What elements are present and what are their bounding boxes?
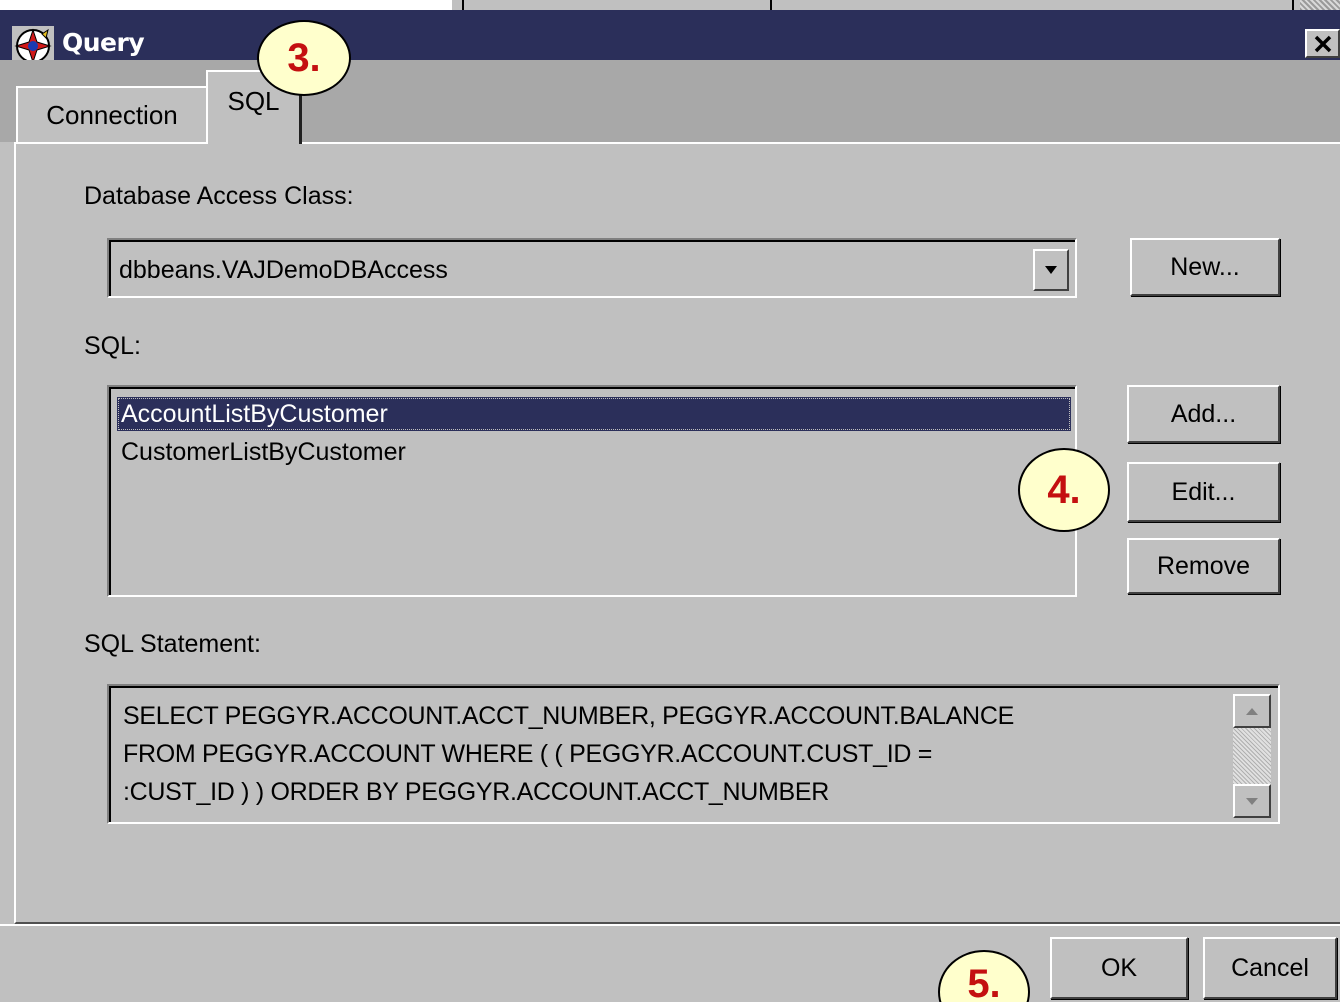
- title-bar: Query: [0, 10, 1340, 66]
- db-access-class-value: dbbeans.VAJDemoDBAccess: [119, 256, 448, 284]
- annotation-callout-3: 3.: [257, 20, 351, 96]
- ok-button[interactable]: OK: [1050, 937, 1188, 999]
- textarea-frame: SELECT PEGGYR.ACCOUNT.ACCT_NUMBER, PEGGY…: [109, 686, 1278, 822]
- annotation-3-label: 3.: [287, 35, 321, 80]
- scroll-up-arrow-icon: [1246, 707, 1258, 715]
- add-button-label: Add...: [1170, 399, 1237, 428]
- background-separator: [462, 0, 464, 10]
- scroll-up-button[interactable]: [1233, 694, 1271, 728]
- window-title: Query: [62, 28, 145, 57]
- tab-connection[interactable]: Connection: [16, 86, 208, 142]
- new-button[interactable]: New...: [1130, 238, 1280, 296]
- background-scrollbar: [1300, 0, 1340, 10]
- scroll-down-button[interactable]: [1233, 784, 1271, 818]
- dropdown-arrow-icon: [1045, 266, 1057, 274]
- tab-sql-label: SQL: [227, 85, 280, 116]
- edit-button-label: Edit...: [1171, 477, 1236, 506]
- background-field: [0, 0, 452, 10]
- vertical-scrollbar[interactable]: [1233, 694, 1271, 818]
- cancel-button-label: Cancel: [1231, 953, 1309, 982]
- cancel-button[interactable]: Cancel: [1203, 937, 1337, 999]
- sql-statement-label: SQL Statement:: [84, 630, 261, 658]
- tab-connection-label: Connection: [46, 99, 178, 130]
- db-access-class-label: Database Access Class:: [84, 182, 354, 210]
- background-app-strip: [0, 0, 1340, 10]
- list-frame: AccountListByCustomer CustomerListByCust…: [109, 387, 1075, 595]
- db-access-class-select[interactable]: dbbeans.VAJDemoDBAccess: [107, 238, 1077, 298]
- close-icon: [1314, 35, 1331, 52]
- remove-button-label: Remove: [1156, 551, 1251, 580]
- sql-statement-textarea[interactable]: SELECT PEGGYR.ACCOUNT.ACCT_NUMBER, PEGGY…: [107, 684, 1280, 824]
- list-item-customer-list-by-customer[interactable]: CustomerListByCustomer: [117, 435, 406, 469]
- new-button-label: New...: [1170, 252, 1240, 281]
- background-separator: [1292, 0, 1294, 10]
- annotation-4-label: 4.: [1047, 467, 1081, 512]
- annotation-callout-4: 4.: [1018, 448, 1110, 532]
- scroll-down-arrow-icon: [1246, 797, 1258, 805]
- sql-statement-line: :CUST_ID ) ) ORDER BY PEGGYR.ACCOUNT.ACC…: [123, 778, 830, 806]
- combo-frame: dbbeans.VAJDemoDBAccess: [109, 240, 1075, 296]
- annotation-5-label: 5.: [967, 962, 1001, 1002]
- list-item-account-list-by-customer[interactable]: AccountListByCustomer: [117, 397, 1071, 431]
- close-button[interactable]: [1305, 29, 1340, 58]
- remove-button[interactable]: Remove: [1127, 538, 1280, 594]
- dropdown-button[interactable]: [1033, 249, 1069, 291]
- sql-statement-line: SELECT PEGGYR.ACCOUNT.ACCT_NUMBER, PEGGY…: [123, 702, 1014, 730]
- sql-list[interactable]: AccountListByCustomer CustomerListByCust…: [107, 385, 1077, 597]
- sql-statement-line: FROM PEGGYR.ACCOUNT WHERE ( ( PEGGYR.ACC…: [123, 740, 933, 768]
- edit-button[interactable]: Edit...: [1127, 462, 1280, 522]
- ok-button-label: OK: [1100, 953, 1138, 982]
- add-button[interactable]: Add...: [1127, 385, 1280, 443]
- background-separator: [770, 0, 772, 10]
- sql-label: SQL:: [84, 332, 141, 360]
